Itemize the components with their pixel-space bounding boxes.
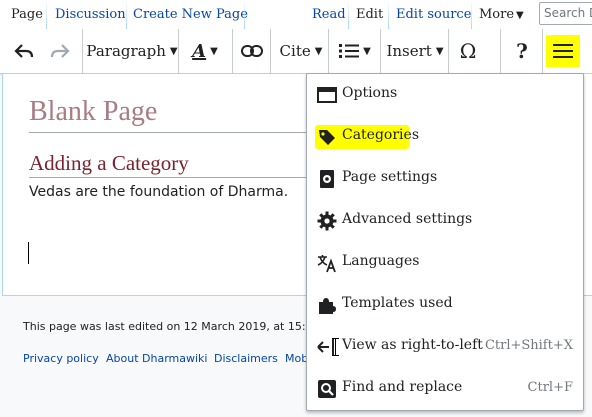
chevron-down-icon: ▼: [516, 10, 524, 21]
menu-item-label: Find and replace: [342, 379, 463, 395]
tab-more[interactable]: More ▼: [473, 0, 530, 29]
menu-item-label: Page settings: [342, 169, 438, 185]
toolbar-separator: [380, 29, 381, 73]
redo-button[interactable]: [42, 29, 78, 73]
tab-create-new-page[interactable]: Create New Page: [127, 0, 254, 29]
help-button[interactable]: ?: [504, 29, 540, 73]
translate-icon: [317, 255, 336, 273]
editor-toolbar: Paragraph ▼ A ▼ Cite ▼ ▼ Insert ▼ Ω ?: [0, 29, 592, 74]
menu-item-label: Languages: [342, 253, 420, 269]
menu-item-label: Options: [342, 85, 398, 101]
menu-item-advanced-settings[interactable]: Advanced settings: [307, 200, 583, 242]
menu-item-label: Templates used: [342, 295, 453, 311]
list-dropdown[interactable]: ▼: [332, 29, 378, 73]
tab-read[interactable]: Read: [306, 0, 352, 29]
tab-page[interactable]: Page: [5, 0, 49, 29]
disclaimers-link[interactable]: Disclaimers: [214, 352, 278, 365]
text-cursor: [28, 242, 29, 264]
tab-separator: [388, 0, 389, 29]
undo-button[interactable]: [6, 29, 42, 73]
about-link[interactable]: About Dharmawiki: [106, 352, 207, 365]
menu-item-templates-used[interactable]: Templates used: [307, 284, 583, 326]
toolbar-separator: [542, 29, 543, 73]
find-replace-icon: [318, 380, 336, 398]
page-title: Blank Page: [29, 96, 158, 127]
toolbar-separator: [178, 29, 179, 73]
window-icon: [317, 87, 337, 103]
gear-icon: [317, 211, 337, 231]
omega-icon: Ω: [459, 39, 477, 63]
tab-separator: [46, 0, 47, 29]
search-input[interactable]: Search Dh: [539, 2, 592, 25]
hamburger-menu-icon: [553, 44, 573, 58]
chevron-down-icon: ▼: [210, 45, 218, 57]
menu-item-categories[interactable]: Categories: [307, 116, 583, 158]
menu-item-label: View as right-to-left: [342, 337, 483, 353]
paragraph-label: Paragraph: [86, 42, 166, 60]
paragraph-text[interactable]: Vedas are the foundation of Dharma.: [29, 184, 288, 200]
redo-icon: [50, 44, 70, 58]
insert-label: Insert: [386, 42, 432, 60]
insert-dropdown[interactable]: Insert ▼: [384, 29, 446, 73]
tab-separator: [244, 0, 245, 29]
toolbar-separator: [232, 29, 233, 73]
puzzle-icon: [319, 298, 336, 314]
cite-label: Cite: [279, 42, 311, 60]
bullet-list-icon: [339, 44, 360, 58]
tab-separator: [471, 0, 472, 29]
menu-item-page-settings[interactable]: Page settings: [307, 158, 583, 200]
menu-item-options[interactable]: Options: [307, 74, 583, 116]
chevron-down-icon: ▼: [435, 45, 444, 57]
menu-item-shortcut: Ctrl+F: [527, 380, 573, 395]
help-icon: ?: [516, 39, 528, 63]
menu-item-find-replace[interactable]: Find and replace Ctrl+F: [307, 368, 583, 410]
page-options-menu: Options Categories Page settings Advance…: [306, 73, 584, 411]
text-style-icon: A: [192, 40, 207, 62]
highlight-marker: [546, 35, 580, 67]
tag-icon: [319, 130, 335, 145]
page-settings-icon: [320, 170, 334, 188]
page-options-menu-button[interactable]: [546, 29, 580, 73]
chevron-down-icon: ▼: [363, 45, 371, 57]
menu-item-languages[interactable]: Languages: [307, 242, 583, 284]
undo-icon: [14, 44, 34, 58]
last-edited-text: This page was last edited on 12 March 20…: [23, 320, 313, 333]
menu-item-label: Advanced settings: [342, 211, 473, 227]
text-cursor-pointer: [332, 338, 340, 356]
menu-item-shortcut: Ctrl+Shift+X: [484, 338, 573, 353]
chevron-down-icon: ▼: [169, 45, 178, 57]
privacy-policy-link[interactable]: Privacy policy: [23, 352, 99, 365]
chevron-down-icon: ▼: [314, 45, 323, 57]
toolbar-separator: [328, 29, 329, 73]
menu-item-view-rtl[interactable]: View as right-to-left Ctrl+Shift+X: [307, 326, 583, 368]
tab-separator: [348, 0, 349, 29]
tab-bar: Page Discussion Create New Page Read Edi…: [0, 0, 592, 29]
text-style-dropdown[interactable]: A ▼: [180, 29, 230, 73]
tab-discussion[interactable]: Discussion: [49, 0, 132, 29]
paragraph-format-dropdown[interactable]: Paragraph ▼: [86, 29, 178, 73]
mobile-view-link[interactable]: Mob: [285, 352, 308, 365]
cite-dropdown[interactable]: Cite ▼: [276, 29, 326, 73]
tab-more-label: More: [479, 7, 515, 22]
link-icon: [241, 45, 263, 57]
link-button[interactable]: [234, 29, 270, 73]
toolbar-separator: [500, 29, 501, 73]
section-heading[interactable]: Adding a Category: [29, 151, 189, 176]
toolbar-separator: [448, 29, 449, 73]
tab-edit[interactable]: Edit: [350, 0, 390, 29]
toolbar-separator: [270, 29, 271, 73]
toolbar-separator: [82, 29, 83, 73]
special-character-button[interactable]: Ω: [450, 29, 486, 73]
menu-item-label: Categories: [342, 127, 419, 143]
tab-edit-source[interactable]: Edit source: [390, 0, 477, 29]
